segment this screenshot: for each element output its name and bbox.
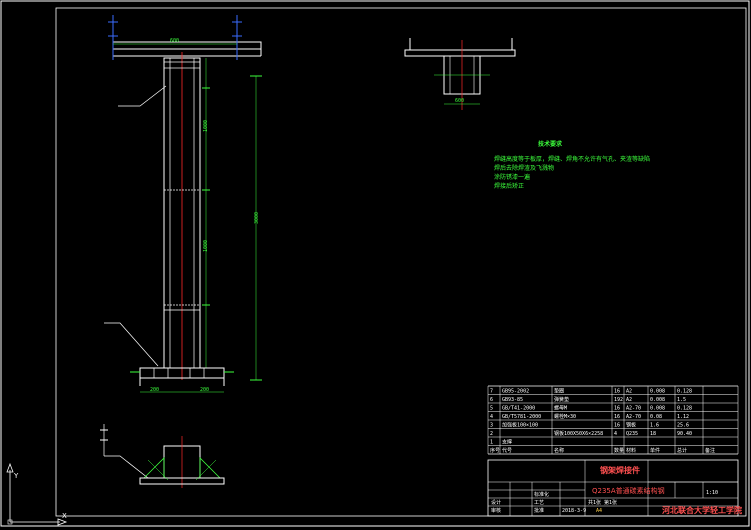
tb-label-approve: 批准 <box>534 507 544 514</box>
ucs-x-label: X <box>62 512 67 520</box>
dim-upper: 1000 <box>203 120 209 132</box>
dim-base-left: 200 <box>150 387 159 393</box>
bom-cell-no: 1 <box>490 440 493 446</box>
bom-cell-name: 弹簧垫 <box>554 396 569 403</box>
bom-cell-unit: 0.08 <box>650 414 662 420</box>
top-dim-label: 600 <box>170 38 179 44</box>
bom-cell-code: 支撑 <box>502 439 512 446</box>
dim-overall: 3000 <box>254 212 260 224</box>
bom-header-cell: 数量 <box>614 447 624 454</box>
section-view <box>100 424 225 488</box>
top-view: 600 <box>404 38 516 110</box>
bom-cell-mat: A2 <box>626 397 632 403</box>
bom-cell-code: GB/T41-2000 <box>502 406 535 412</box>
tech-notes: 技术要求 焊缝高度等于板厚，焊缝、焊角不允许有气孔、夹渣等缺陷 焊后去除焊渣及飞… <box>494 140 650 190</box>
bom-cell-code: 加强板100×100 <box>502 422 538 429</box>
bom-cell-code: GB/T5781-2000 <box>502 414 541 420</box>
bom-cell-total: 0.128 <box>677 406 692 412</box>
bom-cell-no: 2 <box>490 431 493 437</box>
bom-cell-total: 25.6 <box>677 423 689 429</box>
bom-cell-mat: Q235 <box>626 431 638 437</box>
bom-cell-no: 4 <box>490 414 493 420</box>
bom-cell-qty: 16 <box>614 414 620 420</box>
tech-note-3: 涂防锈漆一遍 <box>494 173 530 181</box>
bom-cell-unit: 0.008 <box>650 389 665 395</box>
tech-note-2: 焊后去除焊渣及飞溅物 <box>494 164 554 172</box>
tech-note-1: 焊缝高度等于板厚，焊缝、焊角不允许有气孔、夹渣等缺陷 <box>494 155 650 163</box>
tb-label-design: 设计 <box>491 499 501 506</box>
dim-base-right: 200 <box>200 387 209 393</box>
bom-header-cell: 代号 <box>502 447 512 454</box>
bom-cell-name: 垫圈 <box>554 388 564 395</box>
top-view-dim: 600 <box>455 98 464 104</box>
bom-cell-name: 螺栓M×30 <box>554 413 576 420</box>
title-block-sheet: 共1张 第1张 <box>588 499 617 506</box>
bom-header-cell: 备注 <box>705 447 715 454</box>
bom-header-cell: 材料 <box>626 447 636 454</box>
bom-cell-mat: A2-70 <box>626 406 641 412</box>
front-view: 600 1000 1000 3000 200 200 <box>104 15 262 393</box>
bom-table: 7 GB95-2002 垫圈 16 A2 0.008 0.128 6 GB93-85 弹簧垫 192… <box>487 385 739 455</box>
bom-cell-total: 1.5 <box>677 397 686 403</box>
tb-label-process: 工艺 <box>534 500 544 506</box>
bom-cell-no: 7 <box>490 389 493 395</box>
bom-cell-mat: 钢板 <box>626 422 636 429</box>
bom-cell-no: 6 <box>490 397 493 403</box>
cad-drawing-canvas: 600 1000 1000 3000 200 200 600 技术要求 焊缝高度… <box>0 0 751 530</box>
bom-cell-qty: 16 <box>614 406 620 412</box>
bom-cell-mat: A2-70 <box>626 414 641 420</box>
bom-cell-code: GB95-2002 <box>502 389 529 395</box>
ucs-y-label: Y <box>13 472 19 480</box>
title-block-sheet-size: A4 <box>596 508 602 514</box>
bom-cell-total: 90.40 <box>677 431 692 437</box>
bom-cell-name: 螺母M <box>554 405 567 412</box>
bom-cell-unit: 1.6 <box>650 423 659 429</box>
title-block: 钢架焊接件 Q235A普通碳素结构钢 河北联合大学轻工学院 1:10 共1张 第… <box>487 459 742 517</box>
bom-header-cell: 序号 <box>490 447 500 454</box>
bom-cell-unit: 18 <box>650 431 656 437</box>
leader-bottom <box>104 322 159 367</box>
tech-notes-title: 技术要求 <box>538 140 563 148</box>
title-block-material: Q235A普通碳素结构钢 <box>592 486 665 495</box>
leader-top <box>118 85 167 107</box>
bom-cell-qty: 192 <box>614 397 623 403</box>
bom-cell-qty: 16 <box>614 389 620 395</box>
bom-cell-qty: 4 <box>614 431 617 437</box>
bom-cell-total: 0.128 <box>677 389 692 395</box>
bom-cell-mat: A2 <box>626 389 632 395</box>
title-block-school: 河北联合大学轻工学院 <box>662 505 742 515</box>
tb-label-check: 审核 <box>491 507 501 514</box>
title-block-date: 2018-3-9 <box>562 508 586 514</box>
bom-header-cell: 总计 <box>677 447 687 454</box>
bom-cell-no: 5 <box>490 406 493 412</box>
bom-cell-name: 钢板100X50X6×2258 <box>554 430 603 437</box>
title-block-title: 钢架焊接件 <box>600 465 640 475</box>
tb-label-std: 标准化 <box>534 491 549 498</box>
bom-cell-qty: 16 <box>614 423 620 429</box>
bom-cell-code: GB93-85 <box>502 397 523 403</box>
bom-cell-unit: 0.008 <box>650 397 665 403</box>
bom-cell-unit: 0.008 <box>650 406 665 412</box>
dim-lower: 1000 <box>203 240 209 252</box>
bom-header-cell: 单件 <box>650 447 660 454</box>
drawing-border <box>0 0 750 527</box>
tech-note-4: 焊接后矫正 <box>494 182 524 190</box>
bom-cell-total: 1.12 <box>677 414 689 420</box>
bom-cell-no: 3 <box>490 423 493 429</box>
inner-frame <box>55 7 747 517</box>
bom-header-cell: 名称 <box>554 447 564 454</box>
title-block-scale: 1:10 <box>706 490 718 496</box>
